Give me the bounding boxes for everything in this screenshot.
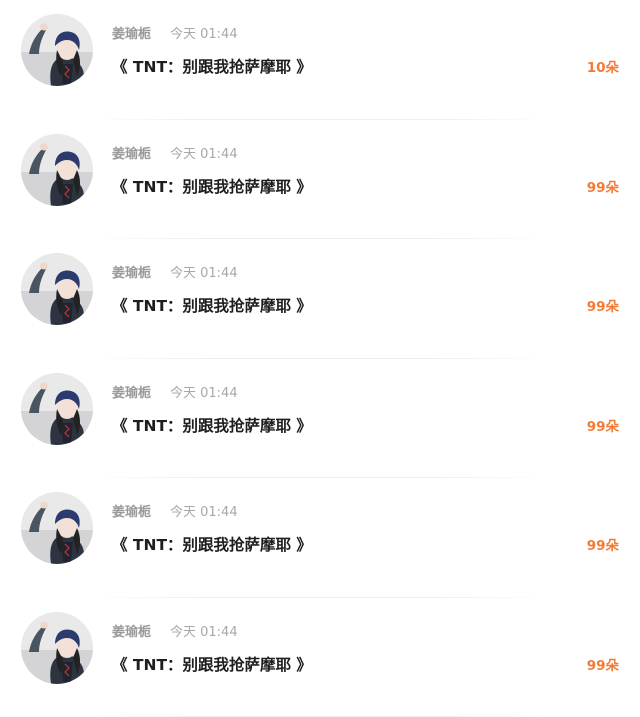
- flower-count: 99朵: [587, 417, 619, 437]
- avatar-photo-icon: [21, 14, 93, 86]
- timestamp: 今天 01:44: [170, 385, 238, 403]
- list-item[interactable]: 姜瑜栀 今天 01:44 《 TNT：别跟我抢萨摩耶 》 99朵: [0, 239, 640, 359]
- avatar-photo-icon: [21, 492, 93, 564]
- username[interactable]: 姜瑜栀: [112, 624, 151, 642]
- message-title[interactable]: 《 TNT：别跟我抢萨摩耶 》: [112, 56, 312, 78]
- timestamp: 今天 01:44: [170, 624, 238, 642]
- timestamp: 今天 01:44: [170, 265, 238, 283]
- message-title[interactable]: 《 TNT：别跟我抢萨摩耶 》: [112, 176, 312, 198]
- flower-count: 99朵: [587, 178, 619, 198]
- timestamp: 今天 01:44: [170, 146, 238, 164]
- username[interactable]: 姜瑜栀: [112, 385, 151, 403]
- avatar[interactable]: [21, 373, 93, 445]
- avatar-photo-icon: [21, 373, 93, 445]
- message-title[interactable]: 《 TNT：别跟我抢萨摩耶 》: [112, 534, 312, 556]
- avatar[interactable]: [21, 253, 93, 325]
- avatar[interactable]: [21, 14, 93, 86]
- flower-count: 10朵: [587, 58, 619, 78]
- list-item[interactable]: 姜瑜栀 今天 01:44 《 TNT：别跟我抢萨摩耶 》 99朵: [0, 120, 640, 240]
- avatar-photo-icon: [21, 612, 93, 684]
- flower-count: 99朵: [587, 656, 619, 676]
- avatar[interactable]: [21, 134, 93, 206]
- message-title[interactable]: 《 TNT：别跟我抢萨摩耶 》: [112, 295, 312, 317]
- timestamp: 今天 01:44: [170, 26, 238, 44]
- username[interactable]: 姜瑜栀: [112, 26, 151, 44]
- avatar-photo-icon: [21, 134, 93, 206]
- avatar[interactable]: [21, 492, 93, 564]
- flower-count: 99朵: [587, 297, 619, 317]
- message-title[interactable]: 《 TNT：别跟我抢萨摩耶 》: [112, 415, 312, 437]
- avatar[interactable]: [21, 612, 93, 684]
- message-list: 姜瑜栀 今天 01:44 《 TNT：别跟我抢萨摩耶 》 10朵 姜瑜栀 今天 …: [0, 0, 640, 711]
- list-item[interactable]: 姜瑜栀 今天 01:44 《 TNT：别跟我抢萨摩耶 》 99朵: [0, 359, 640, 479]
- username[interactable]: 姜瑜栀: [112, 504, 151, 522]
- list-item[interactable]: 姜瑜栀 今天 01:44 《 TNT：别跟我抢萨摩耶 》 99朵: [0, 598, 640, 717]
- timestamp: 今天 01:44: [170, 504, 238, 522]
- username[interactable]: 姜瑜栀: [112, 265, 151, 283]
- message-title[interactable]: 《 TNT：别跟我抢萨摩耶 》: [112, 654, 312, 676]
- list-item[interactable]: 姜瑜栀 今天 01:44 《 TNT：别跟我抢萨摩耶 》 99朵: [0, 478, 640, 598]
- flower-count: 99朵: [587, 536, 619, 556]
- list-item[interactable]: 姜瑜栀 今天 01:44 《 TNT：别跟我抢萨摩耶 》 10朵: [0, 0, 640, 120]
- avatar-photo-icon: [21, 253, 93, 325]
- username[interactable]: 姜瑜栀: [112, 146, 151, 164]
